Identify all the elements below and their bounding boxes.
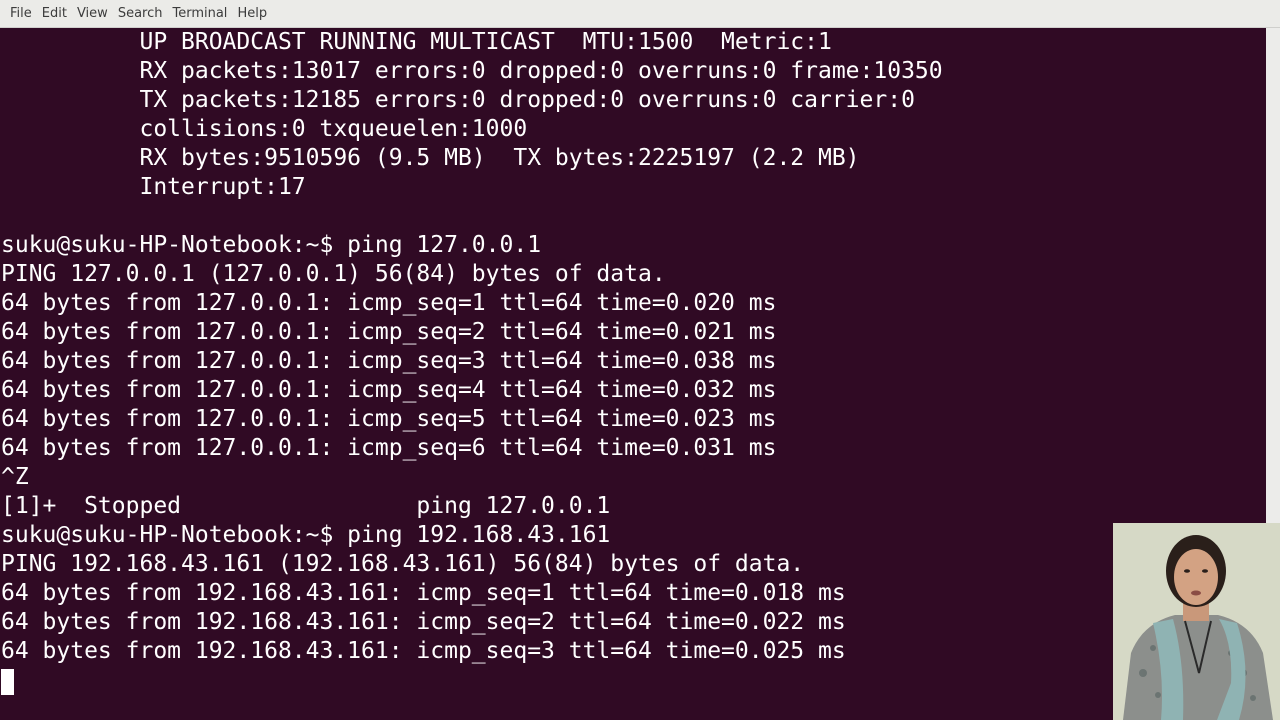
- terminal-line: 64 bytes from 127.0.0.1: icmp_seq=6 ttl=…: [1, 435, 777, 461]
- terminal-line: RX bytes:9510596 (9.5 MB) TX bytes:22251…: [1, 145, 860, 171]
- terminal-line: suku@suku-HP-Notebook:~$ ping 192.168.43…: [1, 522, 611, 548]
- menu-view[interactable]: View: [72, 6, 113, 21]
- terminal-line: 64 bytes from 192.168.43.161: icmp_seq=2…: [1, 609, 846, 635]
- terminal-line: [1]+ Stopped ping 127.0.0.1: [1, 493, 611, 519]
- terminal-line: 64 bytes from 127.0.0.1: icmp_seq=3 ttl=…: [1, 348, 777, 374]
- block-cursor-icon: [1, 668, 14, 695]
- terminal-line: UP BROADCAST RUNNING MULTICAST MTU:1500 …: [1, 29, 832, 55]
- menu-search[interactable]: Search: [113, 6, 168, 21]
- terminal-line: ^Z: [1, 464, 29, 490]
- menu-terminal[interactable]: Terminal: [167, 6, 232, 21]
- terminal-line: 64 bytes from 127.0.0.1: icmp_seq=2 ttl=…: [1, 319, 777, 345]
- terminal-output[interactable]: UP BROADCAST RUNNING MULTICAST MTU:1500 …: [0, 28, 1266, 720]
- terminal-line: TX packets:12185 errors:0 dropped:0 over…: [1, 87, 915, 113]
- presenter-video-icon: [1113, 523, 1280, 720]
- terminal-line: PING 127.0.0.1 (127.0.0.1) 56(84) bytes …: [1, 261, 666, 287]
- terminal-line: collisions:0 txqueuelen:1000: [1, 116, 528, 142]
- terminal-line: 64 bytes from 127.0.0.1: icmp_seq=4 ttl=…: [1, 377, 777, 403]
- terminal-cursor-line: [0, 666, 1266, 695]
- menubar: File Edit View Search Terminal Help: [0, 0, 1280, 28]
- terminal-line: Interrupt:17: [1, 174, 306, 200]
- menu-file[interactable]: File: [5, 6, 37, 21]
- webcam-overlay: [1113, 523, 1280, 720]
- terminal-line: suku@suku-HP-Notebook:~$ ping 127.0.0.1: [1, 232, 542, 258]
- terminal-line: 64 bytes from 127.0.0.1: icmp_seq=1 ttl=…: [1, 290, 777, 316]
- terminal-line: 64 bytes from 127.0.0.1: icmp_seq=5 ttl=…: [1, 406, 777, 432]
- terminal-line: 64 bytes from 192.168.43.161: icmp_seq=3…: [1, 638, 846, 664]
- terminal-line: 64 bytes from 192.168.43.161: icmp_seq=1…: [1, 580, 846, 606]
- terminal-line: PING 192.168.43.161 (192.168.43.161) 56(…: [1, 551, 805, 577]
- terminal-line: RX packets:13017 errors:0 dropped:0 over…: [1, 58, 943, 84]
- menu-help[interactable]: Help: [232, 6, 272, 21]
- menu-edit[interactable]: Edit: [37, 6, 72, 21]
